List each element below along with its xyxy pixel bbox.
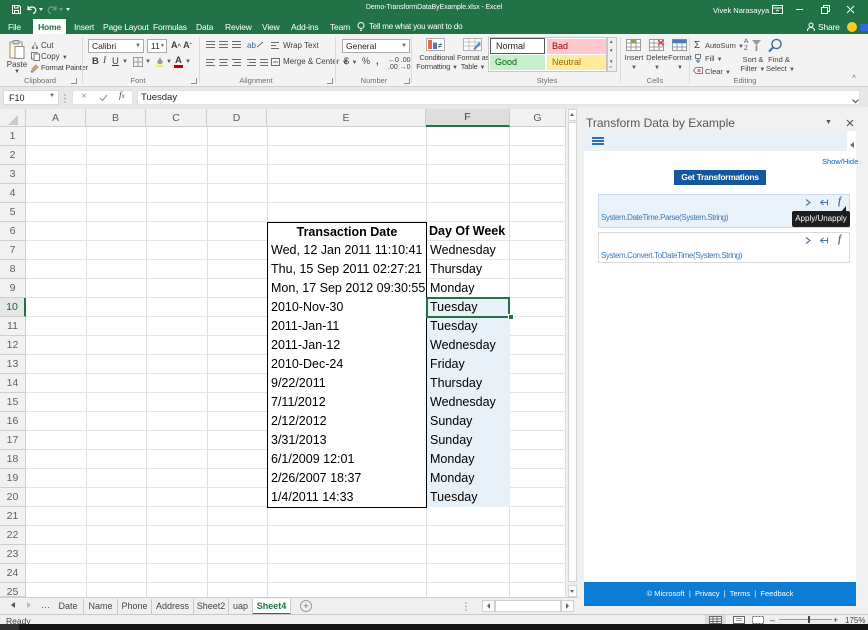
svg-text:≠: ≠: [438, 41, 443, 50]
svg-text:ab: ab: [247, 41, 256, 50]
